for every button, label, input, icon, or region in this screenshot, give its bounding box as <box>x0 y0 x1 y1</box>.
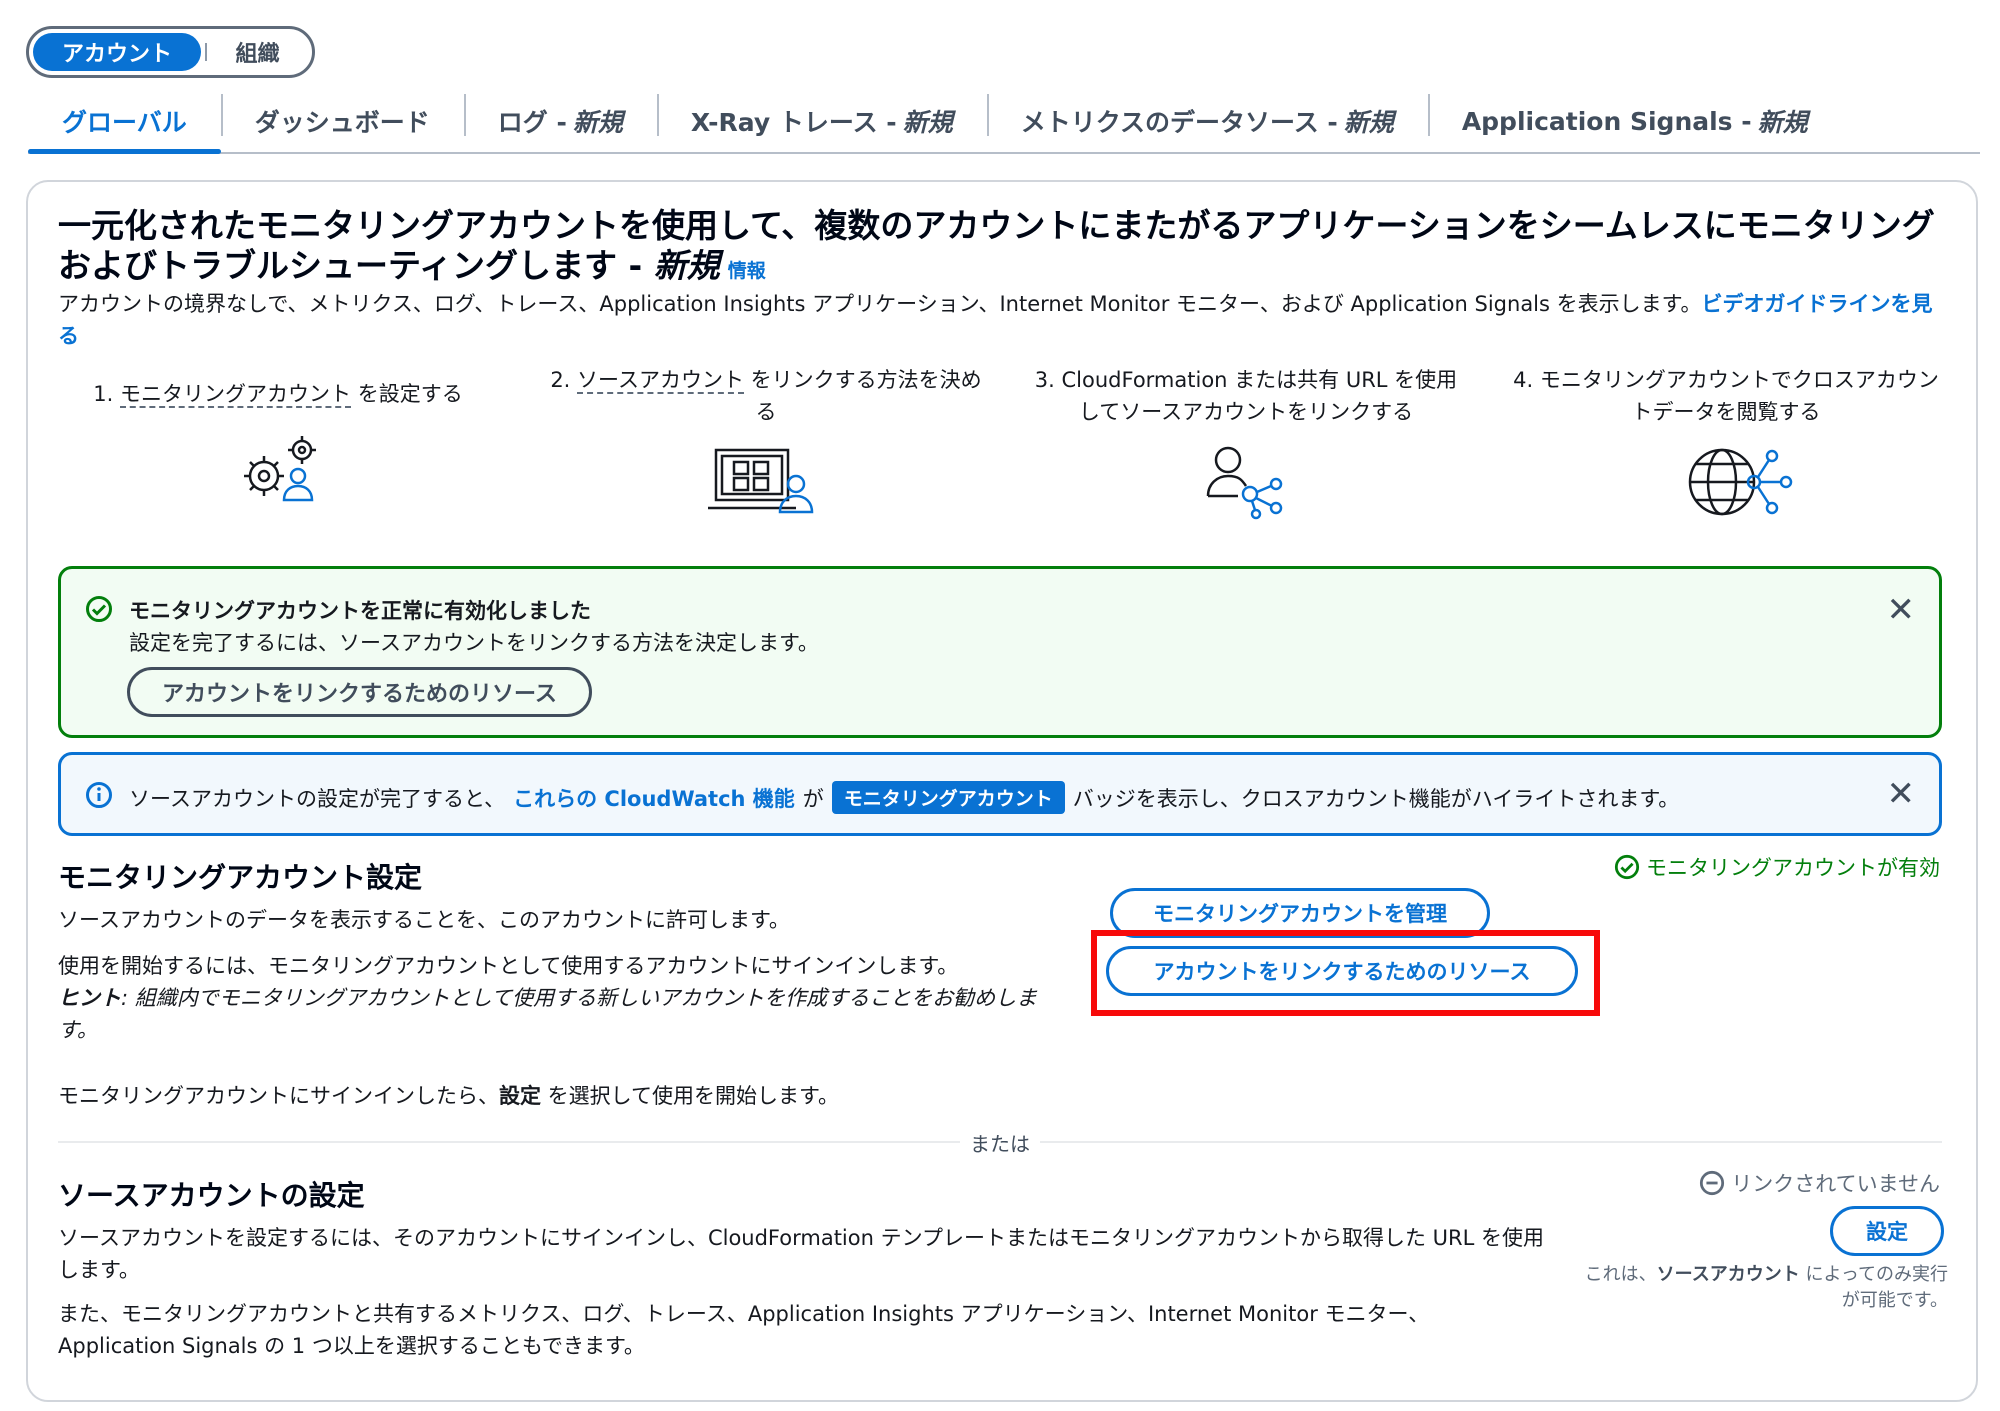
gears-user-icon <box>244 436 316 502</box>
toggle-organization[interactable]: 組織 <box>207 36 308 68</box>
monitoring-account-term[interactable]: モニタリングアカウント <box>120 382 352 408</box>
source-desc-1: ソースアカウントを設定するには、そのアカウントにサインインし、CloudForm… <box>58 1226 1544 1282</box>
page-title: 一元化されたモニタリングアカウントを使用して、複数のアカウントにまたがるアプリケ… <box>58 206 1935 285</box>
success-alert-title: モニタリングアカウントを正常に有効化しました <box>129 599 591 623</box>
monitoring-status: モニタリングアカウントが有効 <box>1614 852 1940 882</box>
close-icon[interactable]: ✕ <box>1887 593 1916 627</box>
laptop-user-icon <box>708 448 814 514</box>
monitoring-account-badge: モニタリングアカウント <box>831 781 1065 814</box>
step-1: 1. モニタリングアカウント を設定する <box>93 382 463 408</box>
info-alert-message: ソースアカウントの設定が完了すると、 これらの CloudWatch 機能 が … <box>129 781 1679 814</box>
info-link[interactable]: 情報 <box>728 260 766 282</box>
close-icon[interactable]: ✕ <box>1887 777 1916 811</box>
link-resources-button[interactable]: アカウントをリンクするためのリソース <box>127 667 592 717</box>
tab-application-signals[interactable]: Application Signals - 新規 <box>1427 90 1842 152</box>
globe-network-icon <box>1688 448 1793 516</box>
cloudwatch-features-link[interactable]: これらの CloudWatch 機能 <box>513 783 795 813</box>
setup-steps: 1. モニタリングアカウント を設定する 2. ソースアカウント をリンクする方… <box>58 364 1939 524</box>
monitoring-settings-heading: モニタリングアカウント設定 <box>58 861 423 894</box>
account-org-toggle: アカウント 組織 <box>26 26 315 78</box>
step-2: 2. ソースアカウント をリンクする方法を決める <box>550 368 982 424</box>
highlight-box <box>1091 930 1600 1016</box>
source-settings-heading: ソースアカウントの設定 <box>58 1179 365 1212</box>
tab-logs[interactable]: ログ - 新規 <box>463 90 657 152</box>
source-only-note: これは、ソースアカウント によってのみ実行が可能です。 <box>1584 1264 1948 1311</box>
success-alert-message: 設定を完了するには、ソースアカウントをリンクする方法を決定します。 <box>129 631 819 655</box>
configure-button[interactable]: 設定 <box>1830 1206 1944 1256</box>
check-circle-icon <box>1614 854 1640 880</box>
source-desc-2: また、モニタリングアカウントと共有するメトリクス、ログ、トレース、Applica… <box>58 1302 1430 1358</box>
tab-metrics-datasources[interactable]: メトリクスのデータソース - 新規 <box>986 90 1428 152</box>
monitoring-desc-1: ソースアカウントのデータを表示することを、このアカウントに許可します。 <box>58 908 790 932</box>
page-description: アカウントの境界なしで、メトリクス、ログ、トレース、Application In… <box>58 292 1933 348</box>
step-4: 4. モニタリングアカウントでクロスアカウントデータを閲覧する <box>1513 368 1939 424</box>
success-alert: モニタリングアカウントを正常に有効化しました 設定を完了するには、ソースアカウン… <box>58 566 1942 738</box>
minus-circle-icon <box>1700 1170 1725 1196</box>
source-account-term[interactable]: ソースアカウント <box>577 368 744 394</box>
tab-dashboards[interactable]: ダッシュボード <box>220 90 464 152</box>
monitoring-hint: ヒント: 組織内でモニタリングアカウントとして使用する新しいアカウントを作成する… <box>58 986 1038 1010</box>
monitoring-desc-3: モニタリングアカウントにサインインしたら、設定 を選択して使用を開始します。 <box>58 1084 839 1108</box>
info-circle-icon <box>86 782 112 808</box>
info-alert: ソースアカウントの設定が完了すると、 これらの CloudWatch 機能 が … <box>58 752 1942 836</box>
tab-xray[interactable]: X-Ray トレース - 新規 <box>656 90 987 152</box>
source-status: リンクされていません <box>1699 1168 1940 1198</box>
monitoring-desc-2: 使用を開始するには、モニタリングアカウントとして使用するアカウントにサインインし… <box>58 954 959 978</box>
check-circle-icon <box>86 596 112 622</box>
divider-label: または <box>960 1128 1040 1157</box>
toggle-account[interactable]: アカウント <box>33 33 201 71</box>
tab-bar: グローバル ダッシュボード ログ - 新規 X-Ray トレース - 新規 メト… <box>28 90 1980 154</box>
tab-global[interactable]: グローバル <box>28 90 221 154</box>
user-network-icon <box>1206 446 1283 520</box>
step-3: 3. CloudFormation または共有 URL を使用してソースアカウン… <box>1034 368 1458 424</box>
monitoring-hint-tail: す。 <box>58 1018 98 1042</box>
